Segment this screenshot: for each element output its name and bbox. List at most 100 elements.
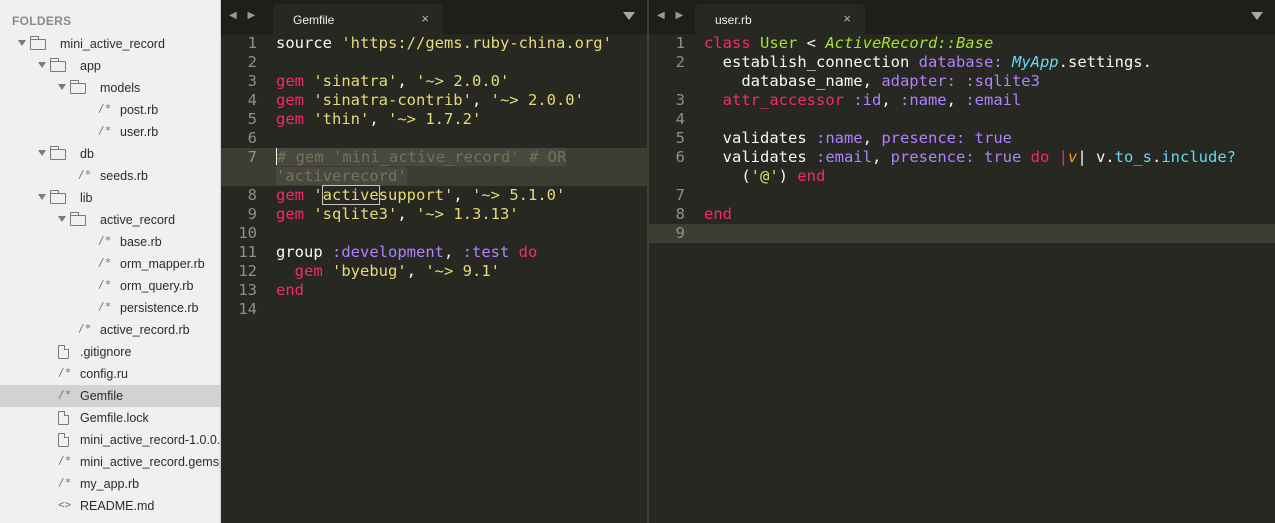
folders-title: FOLDERS bbox=[12, 14, 72, 28]
folder-icon bbox=[29, 36, 46, 50]
sidebar-folder[interactable]: app bbox=[0, 55, 220, 77]
sidebar-file[interactable]: Gemfile.lock bbox=[0, 407, 220, 429]
sidebar-file[interactable]: mini_active_record-1.0.0.gem bbox=[0, 429, 221, 451]
close-icon[interactable]: × bbox=[843, 11, 851, 26]
sidebar-file[interactable]: /* active_record.rb bbox=[0, 319, 220, 341]
tab-gemfile[interactable]: Gemfile × bbox=[273, 4, 443, 34]
tab-nav-arrows-icon[interactable]: ◀ ▶ bbox=[229, 10, 259, 21]
file-icon bbox=[58, 433, 69, 447]
tab-nav-arrows-icon[interactable]: ◀ ▶ bbox=[657, 10, 687, 21]
tree-item-label: active_record.rb bbox=[100, 323, 190, 337]
tab-user-rb[interactable]: user.rb × bbox=[695, 4, 865, 34]
code-line: 7 # gem 'mini_active_record' # OR bbox=[247, 148, 567, 166]
markup-file-icon: <> bbox=[58, 498, 72, 511]
sidebar-folder[interactable]: active_record bbox=[0, 209, 220, 231]
editor-pane-right: ◀ ▶ user.rb × 1 class User < ActiveRecord… bbox=[649, 0, 1275, 523]
chevron-down-icon[interactable] bbox=[56, 214, 66, 224]
tree-item-label: db bbox=[80, 147, 94, 161]
code-line: 9 gem 'sqlite3', '~> 1.3.13' bbox=[247, 205, 519, 223]
code-file-icon: /* bbox=[78, 168, 92, 181]
tree-item-label: lib bbox=[80, 191, 93, 205]
sidebar-folder[interactable]: db bbox=[0, 143, 220, 165]
code-line: 13 end bbox=[238, 281, 304, 299]
chevron-down-icon[interactable] bbox=[16, 38, 26, 48]
tab-label: Gemfile bbox=[293, 13, 335, 27]
code-file-icon: /* bbox=[98, 300, 112, 313]
word-match-highlight: active bbox=[321, 185, 380, 205]
folder-icon bbox=[49, 146, 66, 160]
code-line: 2 establish_connection database: MyApp.s… bbox=[675, 53, 1152, 71]
chevron-down-icon[interactable] bbox=[36, 192, 46, 202]
tree-item-label: my_app.rb bbox=[80, 477, 140, 491]
tab-dropdown-icon[interactable] bbox=[1251, 12, 1263, 20]
folder-icon bbox=[69, 212, 86, 226]
tree-item-label: orm_mapper.rb bbox=[120, 257, 205, 271]
code-file-icon: /* bbox=[98, 234, 112, 247]
sidebar-file[interactable]: /* orm_query.rb bbox=[0, 275, 220, 297]
folder-icon bbox=[49, 58, 66, 72]
tree-item-label: config.ru bbox=[80, 367, 128, 381]
file-icon bbox=[58, 411, 69, 425]
chevron-down-icon[interactable] bbox=[36, 60, 46, 70]
sidebar-file[interactable]: /* config.ru bbox=[0, 363, 220, 385]
tab-bar-right: ◀ ▶ user.rb × bbox=[649, 0, 1275, 34]
sidebar-file[interactable]: /* mini_active_record.gemspec bbox=[0, 451, 220, 473]
code-line: 2 bbox=[247, 53, 257, 71]
code-line: 4 gem 'sinatra-contrib', '~> 2.0.0' bbox=[247, 91, 584, 109]
code-line: 'activerecord' bbox=[276, 167, 407, 185]
code-file-icon: /* bbox=[58, 476, 72, 489]
tree-item-label: active_record bbox=[100, 213, 176, 227]
sidebar-file[interactable]: /* base.rb bbox=[0, 231, 220, 253]
tree-item-label: models bbox=[100, 81, 141, 95]
code-line: 4 bbox=[675, 110, 685, 128]
code-line: 14 bbox=[238, 300, 257, 318]
code-file-icon: /* bbox=[98, 102, 112, 115]
folder-icon bbox=[69, 80, 86, 94]
sidebar-file[interactable]: /* user.rb bbox=[0, 121, 220, 143]
code-line: 1 class User < ActiveRecord::Base bbox=[675, 34, 994, 52]
sidebar-file[interactable]: /* orm_mapper.rb bbox=[0, 253, 220, 275]
sidebar-file[interactable]: .gitignore bbox=[0, 341, 220, 363]
sidebar-folder[interactable]: mini_active_record bbox=[0, 33, 220, 55]
code-line: 8 gem 'activesupport', '~> 5.1.0' bbox=[247, 185, 566, 205]
code-line: 5 validates :name, presence: true bbox=[675, 129, 1012, 147]
code-line: 11 group :development, :test do bbox=[238, 243, 538, 261]
tree-item-label: persistence.rb bbox=[120, 301, 199, 315]
code-line: 9 bbox=[675, 224, 685, 242]
code-line: 3 gem 'sinatra', '~> 2.0.0' bbox=[247, 72, 510, 90]
tree-item-label: mini_active_record.gemspec bbox=[80, 455, 220, 469]
sidebar-file[interactable]: /* persistence.rb bbox=[0, 297, 220, 319]
tree-item-label: mini_active_record-1.0.0.gem bbox=[80, 433, 221, 447]
code-line: 6 validates :email, presence: true do |v… bbox=[675, 148, 1236, 166]
sidebar-file[interactable]: /* post.rb bbox=[0, 99, 220, 121]
code-file-icon: /* bbox=[98, 256, 112, 269]
tab-dropdown-icon[interactable] bbox=[623, 12, 635, 20]
code-line: 7 bbox=[675, 186, 685, 204]
sidebar-file[interactable]: /* Gemfile bbox=[0, 385, 220, 407]
code-line: 5 gem 'thin', '~> 1.7.2' bbox=[247, 110, 482, 128]
sidebar-folder[interactable]: lib bbox=[0, 187, 220, 209]
code-line: 6 bbox=[247, 129, 257, 147]
tree-item-label: mini_active_record bbox=[60, 37, 165, 51]
chevron-down-icon[interactable] bbox=[56, 82, 66, 92]
tree-item-label: app bbox=[80, 59, 101, 73]
file-icon bbox=[58, 345, 69, 359]
tree-item-label: README.md bbox=[80, 499, 155, 513]
sidebar-file[interactable]: <> README.md bbox=[0, 495, 220, 517]
tree-item-label: orm_query.rb bbox=[120, 279, 194, 293]
sidebar-file[interactable]: /* my_app.rb bbox=[0, 473, 220, 495]
sidebar-folder[interactable]: models bbox=[0, 77, 220, 99]
close-icon[interactable]: × bbox=[421, 11, 429, 26]
code-file-icon: /* bbox=[98, 278, 112, 291]
tab-label: user.rb bbox=[715, 13, 752, 27]
tree-item-label: user.rb bbox=[120, 125, 159, 139]
editor-pane-left: ◀ ▶ Gemfile × 1 source 'https://gems.ruby… bbox=[221, 0, 647, 523]
chevron-down-icon[interactable] bbox=[36, 148, 46, 158]
code-line: 3 attr_accessor :id, :name, :email bbox=[675, 91, 1022, 109]
code-file-icon: /* bbox=[58, 388, 72, 401]
code-file-icon: /* bbox=[58, 366, 72, 379]
code-file-icon: /* bbox=[98, 124, 112, 137]
tree-item-label: post.rb bbox=[120, 103, 159, 117]
sidebar-file[interactable]: /* seeds.rb bbox=[0, 165, 220, 187]
tree-item-label: seeds.rb bbox=[100, 169, 148, 183]
